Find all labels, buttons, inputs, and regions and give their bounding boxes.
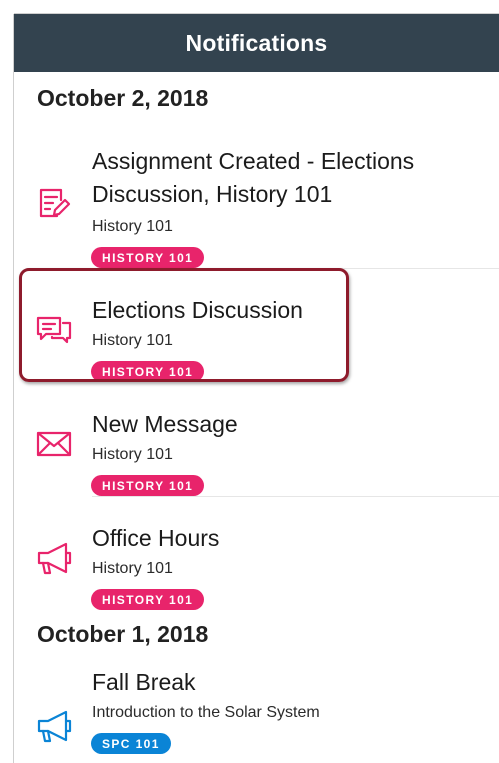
notification-subtitle: Introduction to the Solar System bbox=[92, 704, 320, 721]
announcement-icon bbox=[37, 710, 72, 743]
highlight-outline bbox=[19, 268, 349, 382]
announcement-icon bbox=[37, 542, 72, 575]
notification-item-announcement[interactable]: Office Hours History 101 HISTORY 101 bbox=[14, 498, 499, 610]
section-date-header: October 1, 2018 bbox=[37, 621, 209, 647]
notification-subtitle: History 101 bbox=[92, 446, 173, 463]
assignment-icon bbox=[39, 188, 71, 218]
notification-subtitle: History 101 bbox=[92, 218, 173, 235]
course-badge: HISTORY 101 bbox=[91, 475, 205, 496]
notification-item-fall-break[interactable]: Fall Break Introduction to the Solar Sys… bbox=[14, 654, 499, 763]
notification-subtitle: History 101 bbox=[92, 560, 173, 577]
notification-title: Fall Break bbox=[92, 669, 196, 695]
notifications-screen: Notifications October 2, 2018 Assignment… bbox=[14, 14, 499, 763]
notification-item-assignment[interactable]: Assignment Created - Elections Discussio… bbox=[14, 132, 499, 270]
course-badge: HISTORY 101 bbox=[91, 247, 205, 268]
message-icon bbox=[36, 431, 72, 457]
divider bbox=[92, 496, 499, 497]
section-date-header: October 2, 2018 bbox=[37, 85, 209, 111]
notification-item-message[interactable]: New Message History 101 HISTORY 101 bbox=[14, 384, 499, 496]
course-badge: SPC 101 bbox=[91, 733, 171, 754]
course-badge: HISTORY 101 bbox=[91, 589, 205, 610]
notification-title: New Message bbox=[92, 411, 238, 437]
notification-title: Office Hours bbox=[92, 525, 220, 551]
notification-title: Assignment Created - Elections Discussio… bbox=[92, 148, 415, 207]
navbar: Notifications bbox=[14, 14, 499, 72]
page-title: Notifications bbox=[185, 29, 328, 56]
